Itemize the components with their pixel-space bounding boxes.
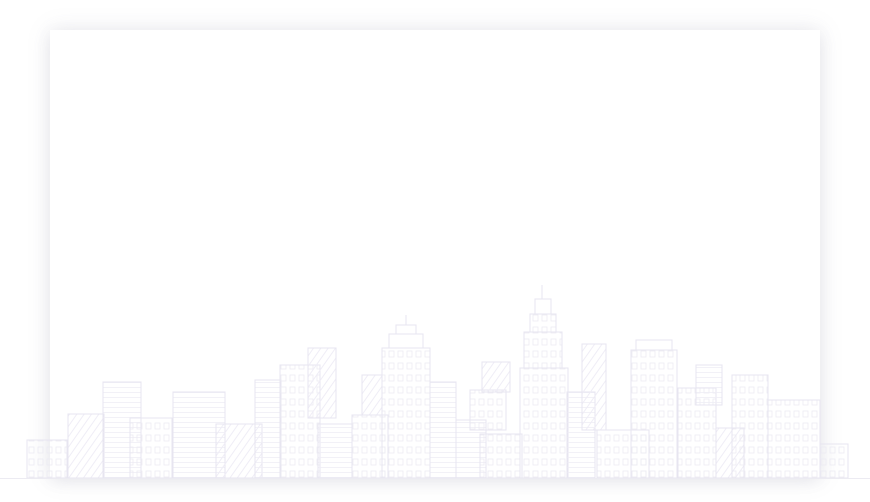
page-stage [0,0,870,502]
ground-line [0,478,870,479]
content-card [50,30,820,478]
